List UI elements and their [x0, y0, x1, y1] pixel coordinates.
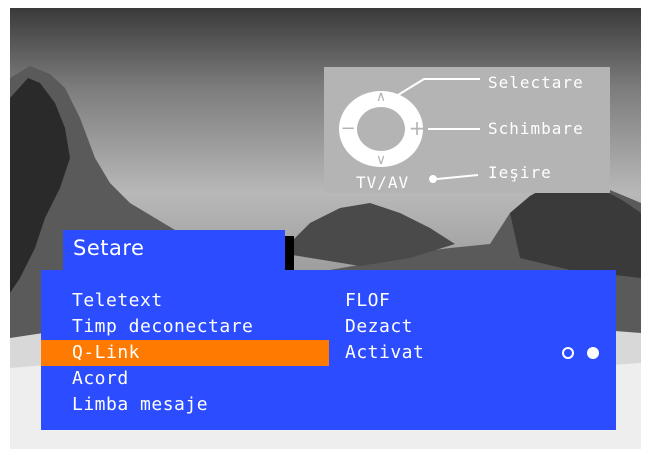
- menu-title-box: Setare: [63, 230, 285, 272]
- up-arrow-icon: ∧: [376, 89, 386, 105]
- menu-item-label: Teletext: [72, 290, 163, 311]
- setup-menu-panel: Teletext Timp deconectare Q-Link Acord L…: [41, 270, 616, 430]
- select-hint-label: Selectare: [488, 73, 584, 92]
- change-hint-label: Schimbare: [488, 119, 584, 138]
- menu-item-q-link[interactable]: Q-Link: [41, 340, 329, 366]
- sleep-timer-value[interactable]: Dezact: [345, 318, 413, 336]
- menu-item-teletext[interactable]: Teletext: [41, 288, 329, 314]
- teletext-value[interactable]: FLOF: [345, 292, 390, 310]
- menu-item-label: Limba mesaje: [72, 394, 209, 415]
- tv-av-label: TV/AV: [356, 173, 410, 192]
- menu-item-sleep-timer[interactable]: Timp deconectare: [41, 314, 329, 340]
- plus-icon: +: [409, 116, 426, 140]
- menu-item-message-language[interactable]: Limba mesaje: [41, 392, 329, 418]
- exit-button-icon: [429, 175, 437, 183]
- down-arrow-icon: ∨: [376, 152, 386, 168]
- menu-item-label: Acord: [72, 368, 129, 389]
- menu-item-label: Q-Link: [72, 342, 141, 363]
- menu-item-tuning[interactable]: Acord: [41, 366, 329, 392]
- menu-item-label: Timp deconectare: [72, 316, 254, 337]
- tv-osd-screen: ∧ ∨ − + Selectare Schimbare Ieşire TV/AV…: [0, 0, 645, 453]
- q-link-off-indicator-icon[interactable]: [562, 347, 574, 359]
- exit-hint-label: Ieşire: [488, 163, 552, 182]
- exit-pointer-line: [436, 174, 479, 180]
- minus-icon: −: [340, 118, 355, 139]
- menu-title: Setare: [73, 236, 145, 260]
- select-pointer-line: [397, 78, 480, 96]
- q-link-value[interactable]: Activat: [345, 344, 424, 362]
- direction-pad-center: [357, 107, 405, 151]
- remote-help-panel: ∧ ∨ − + Selectare Schimbare Ieşire TV/AV: [324, 67, 610, 193]
- q-link-on-indicator-icon[interactable]: [587, 347, 599, 359]
